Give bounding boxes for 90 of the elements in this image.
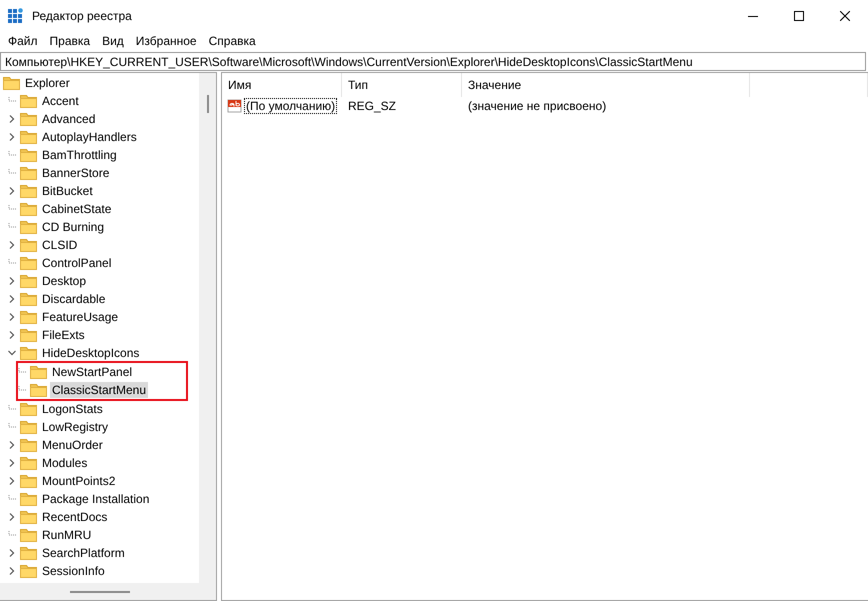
tree-item[interactable]: SearchPlatform (40, 545, 127, 561)
tree-item[interactable]: Accent (40, 93, 81, 109)
folder-icon (20, 202, 37, 216)
folder-icon (20, 94, 37, 108)
folder-icon (20, 456, 37, 470)
chevron-right-icon[interactable] (8, 441, 16, 449)
folder-icon (20, 474, 37, 488)
tree-item[interactable]: CD Burning (40, 219, 106, 235)
column-header[interactable]: Значение (462, 73, 750, 97)
table-cell-text: (значение не присвоено) (467, 99, 608, 113)
tree-item[interactable]: SessionInfo (40, 563, 107, 579)
menu-item[interactable]: Вид (96, 32, 130, 50)
tree-item[interactable]: LowRegistry (40, 419, 110, 435)
folder-icon (20, 274, 37, 288)
table-cell[interactable]: (По умолчанию) (244, 98, 338, 114)
folder-icon (20, 328, 37, 342)
chevron-right-icon[interactable] (8, 567, 16, 575)
tree-item[interactable]: MountPoints2 (40, 473, 118, 489)
maximize-icon[interactable] (794, 11, 804, 21)
window-title: Редактор реестра (32, 9, 133, 23)
tree-item[interactable]: RecentDocs (40, 509, 110, 525)
tree-item[interactable]: LogonStats (40, 401, 105, 417)
folder-icon (20, 148, 37, 162)
folder-icon (20, 310, 37, 324)
menu-item[interactable]: Файл (2, 32, 44, 50)
tree-item[interactable]: FileExts (40, 327, 87, 343)
folder-icon (20, 130, 37, 144)
folder-icon (20, 220, 37, 234)
tree-item[interactable]: BannerStore (40, 165, 112, 181)
tree-item[interactable]: ControlPanel (40, 255, 114, 271)
menu-item[interactable]: Избранное (130, 32, 203, 50)
tree-item[interactable]: BamThrottling (40, 147, 119, 163)
folder-icon (20, 510, 37, 524)
column-header[interactable]: Имя (222, 73, 342, 97)
menu-item[interactable]: Правка (44, 32, 96, 50)
vertical-scrollbar[interactable] (199, 73, 216, 583)
folder-icon (20, 492, 37, 506)
chevron-down-icon[interactable] (8, 349, 16, 357)
folder-icon (20, 256, 37, 270)
tree-item[interactable]: MenuOrder (40, 437, 105, 453)
column-header[interactable]: Тип (342, 73, 462, 97)
folder-icon (20, 528, 37, 542)
tree-item[interactable]: Desktop (40, 273, 88, 289)
tree-item[interactable]: CabinetState (40, 201, 114, 217)
address-field[interactable]: Компьютер\HKEY_CURRENT_USER\Software\Microsoft\Windows\CurrentVersion\Explorer\HideDesktopIcons\ClassicStartMenu (0, 52, 866, 71)
folder-icon (20, 166, 37, 180)
chevron-right-icon[interactable] (8, 459, 16, 467)
folder-icon (20, 292, 37, 306)
tree-item[interactable]: Modules (40, 455, 90, 471)
string-value-icon (227, 99, 243, 113)
folder-icon (20, 184, 37, 198)
folder-icon (20, 546, 37, 560)
folder-icon (20, 112, 37, 126)
folder-icon (30, 365, 47, 379)
tree-item[interactable]: Explorer (23, 75, 72, 91)
tree-item[interactable]: Advanced (40, 111, 98, 127)
folder-icon (30, 383, 47, 397)
tree-item[interactable]: FeatureUsage (40, 309, 120, 325)
folder-icon (20, 238, 37, 252)
folder-icon (20, 402, 37, 416)
folder-icon (3, 76, 20, 90)
chevron-right-icon[interactable] (8, 513, 16, 521)
tree-item[interactable]: NewStartPanel (50, 364, 134, 380)
chevron-right-icon[interactable] (8, 187, 16, 195)
close-icon[interactable] (840, 11, 850, 21)
horizontal-scrollbar[interactable] (0, 583, 199, 600)
chevron-right-icon[interactable] (8, 295, 16, 303)
chevron-right-icon[interactable] (8, 331, 16, 339)
chevron-right-icon[interactable] (8, 133, 16, 141)
chevron-right-icon[interactable] (8, 115, 16, 123)
chevron-right-icon[interactable] (8, 241, 16, 249)
folder-icon (20, 564, 37, 578)
chevron-right-icon[interactable] (8, 549, 16, 557)
tree-item[interactable]: ClassicStartMenu (50, 382, 148, 398)
menu-item[interactable]: Справка (202, 32, 262, 50)
registry-icon (8, 8, 24, 24)
tree-item[interactable]: Package Installation (40, 491, 152, 507)
tree-item[interactable]: RunMRU (40, 527, 94, 543)
tree-item[interactable]: AutoplayHandlers (40, 129, 139, 145)
chevron-right-icon[interactable] (8, 277, 16, 285)
table-cell-text: REG_SZ (347, 99, 398, 113)
tree-item[interactable]: HideDesktopIcons (40, 345, 142, 361)
folder-icon (20, 420, 37, 434)
chevron-right-icon[interactable] (8, 313, 16, 321)
folder-icon (20, 346, 37, 360)
tree-item[interactable]: BitBucket (40, 183, 95, 199)
folder-icon (20, 438, 37, 452)
tree-item[interactable]: Discardable (40, 291, 108, 307)
tree-item[interactable]: CLSID (40, 237, 80, 253)
chevron-right-icon[interactable] (8, 477, 16, 485)
